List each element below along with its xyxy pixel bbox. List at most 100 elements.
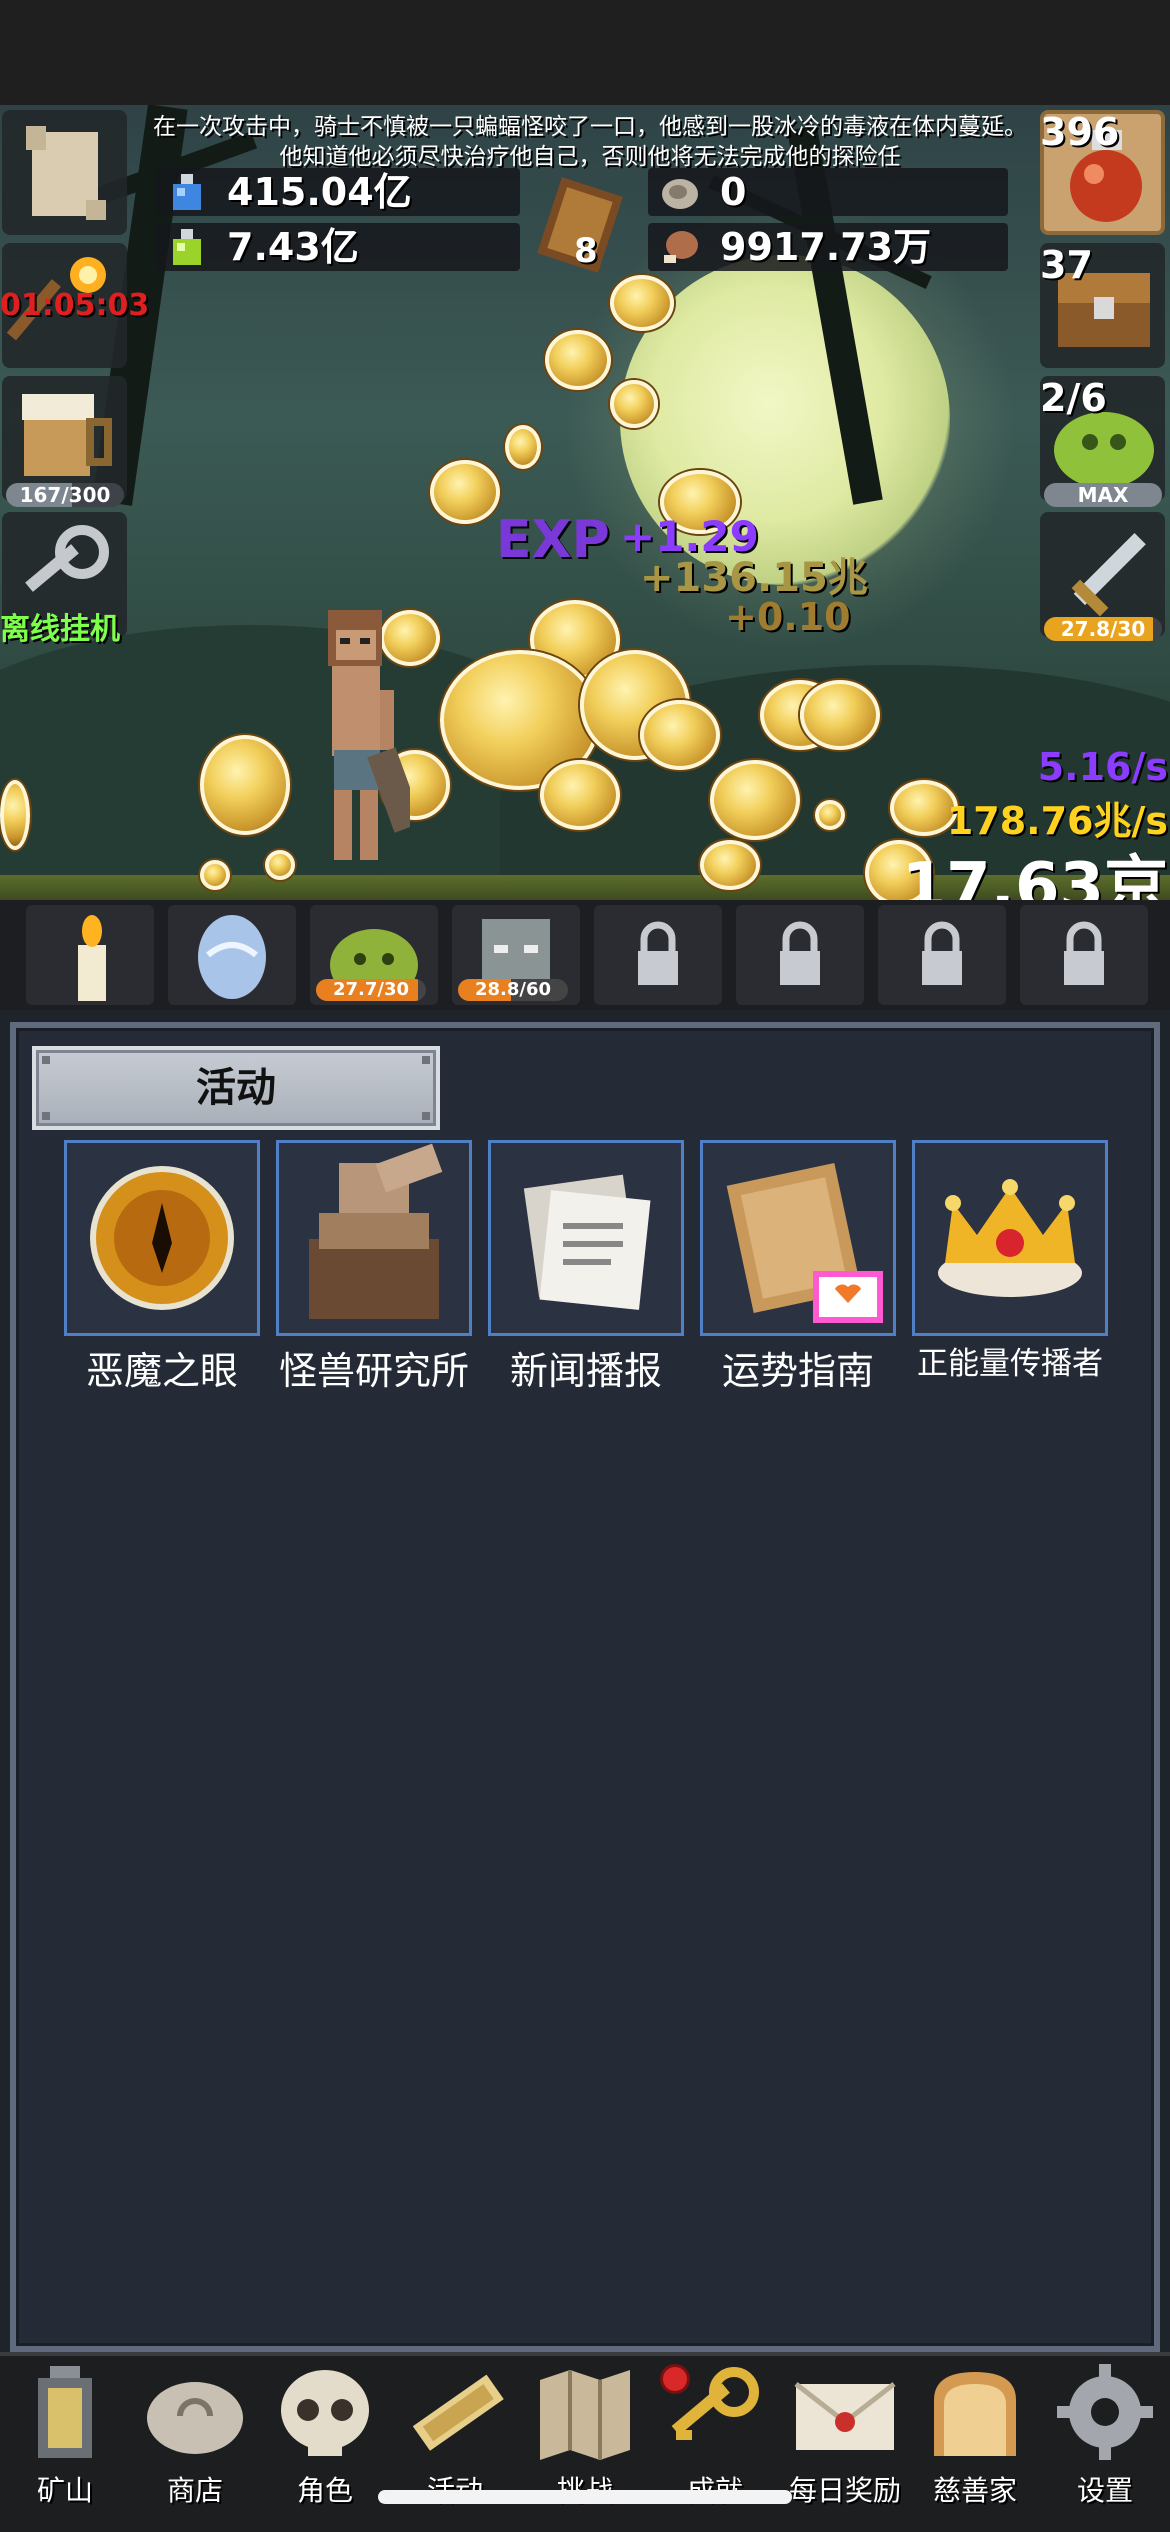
nav-label: 每日奖励 [788,2474,901,2507]
nav-daily-reward[interactable]: 每日奖励 [780,2360,910,2510]
candle-icon [78,915,106,1001]
rivet [422,1112,430,1120]
monster-slot-locked-1[interactable] [594,905,722,1005]
rivet [422,1056,430,1064]
monster-slot-locked-4[interactable] [1020,905,1148,1005]
coin [505,425,541,469]
nav-settings[interactable]: 设置 [1040,2360,1170,2510]
nav-label: 角色 [296,2474,353,2507]
sword-progress-bar: 27.8/30 [1044,617,1162,641]
coin [540,760,620,830]
nav-label: 商店 [166,2474,223,2507]
green-potion-icon [173,229,201,265]
fortune-guide-icon [726,1162,883,1323]
stone-icon [662,179,698,209]
map-icon [540,2370,630,2460]
monster-slot-slime[interactable]: 27.7/30 [310,905,438,1005]
green-potion-value: 7.43亿 [227,225,359,269]
coin [610,380,658,428]
coin [610,275,674,331]
lock-icon [780,921,820,985]
nav-activity[interactable]: 活动 [390,2360,520,2510]
nav-character[interactable]: 角色 [260,2360,390,2510]
slime-max-text: MAX [1077,483,1129,507]
hero-character [328,610,410,860]
skull-icon [281,2370,369,2456]
activity-news[interactable]: 新闻播报 [488,1140,684,1395]
activity-frame[interactable] [700,1140,896,1336]
story-line-1: 在一次攻击中，骑士不慎被一只蝙蝠怪咬了一口，他感到一股冰冷的毒液在体内蔓延。 [153,114,1027,140]
coin [710,760,800,840]
monster-slot-egg[interactable] [168,905,296,1005]
activity-fortune-guide[interactable]: 运势指南 [700,1140,896,1395]
book-item[interactable]: 8 [530,175,630,275]
activity-label: 怪兽研究所 [278,1349,469,1393]
meat-value: 9917.73万 [720,225,932,269]
egg-icon [198,915,266,999]
activity-frame[interactable] [912,1140,1108,1336]
story-text: 在一次攻击中，骑士不慎被一只蝙蝠怪咬了一口，他感到一股冰冷的毒液在体内蔓延。 他… [120,112,1060,172]
nav-shop[interactable]: 商店 [130,2360,260,2510]
nav-label: 设置 [1076,2474,1133,2507]
monster-slot-locked-3[interactable] [878,905,1006,1005]
panel-title: 活动 [32,1046,440,1130]
lock-icon [638,921,678,985]
coin [815,800,845,830]
sword-progress-text: 27.8/30 [1060,617,1146,641]
shop-stone-icon [147,2382,243,2454]
activity-positive-energy[interactable]: 正能量传播者 [912,1140,1108,1388]
chest-count: 37 [1040,243,1093,287]
beer-progress-text: 167/300 [19,483,111,507]
coin [800,680,880,750]
activity-demon-eye[interactable]: 恶魔之眼 [64,1140,260,1395]
coin [265,850,295,880]
stone-value: 0 [720,170,747,214]
notification-dot [660,2364,690,2394]
quest-scroll-button[interactable] [2,110,127,235]
activity-frame[interactable] [488,1140,684,1336]
coin [545,330,611,390]
activity-label: 正能量传播者 [917,1346,1103,1382]
meat-resource: 9917.73万 [648,223,1008,271]
coin [200,860,230,890]
monster-slot-locked-2[interactable] [736,905,864,1005]
monster-slot-zombie[interactable]: 28.8/60 [452,905,580,1005]
nav-challenge[interactable]: 挑战 [520,2360,650,2510]
activity-frame[interactable] [276,1140,472,1336]
activity-label: 恶魔之眼 [85,1349,238,1393]
coin [640,700,720,770]
monster-slot-candle[interactable] [26,905,154,1005]
nav-philanthropist[interactable]: 慈善家 [910,2360,1040,2510]
exp-label: EXP [496,510,610,570]
nav-mine[interactable]: 矿山 [0,2360,130,2510]
rivet [42,1056,50,1064]
newspaper-icon [523,1174,651,1310]
zombie-progress-text: 28.8/60 [474,979,552,1000]
activity-label: 新闻播报 [509,1349,662,1393]
zombie-progress-bar: 28.8/60 [458,979,568,1001]
potion-count: 396 [1040,110,1120,154]
small-gain-text: +0.10 [725,595,851,639]
slime-max-bar: MAX [1044,483,1162,507]
gear-icon [1057,2364,1153,2460]
lock-icon [1064,921,1104,985]
nav-achievement[interactable]: 成就 [650,2360,780,2510]
activity-monster-lab[interactable]: 怪兽研究所 [276,1140,472,1395]
coin [700,840,760,890]
mail-icon [794,2382,896,2450]
monster-lab-icon [309,1143,443,1319]
coin [430,460,500,524]
status-bar [0,0,1170,105]
lock-icon [922,921,962,985]
activity-frame[interactable] [64,1140,260,1336]
bread-icon [934,2372,1016,2456]
lantern-icon [38,2366,92,2458]
activity-label: 运势指南 [721,1349,874,1393]
scroll-icon [412,2374,504,2451]
blue-potion-value: 415.04亿 [227,170,412,214]
coin [0,780,30,850]
exp-rate: 5.16/s [1037,745,1168,789]
meat-icon [664,231,698,263]
slime-progress-bar: 27.7/30 [316,979,426,1001]
slime-count: 2/6 [1040,376,1107,420]
